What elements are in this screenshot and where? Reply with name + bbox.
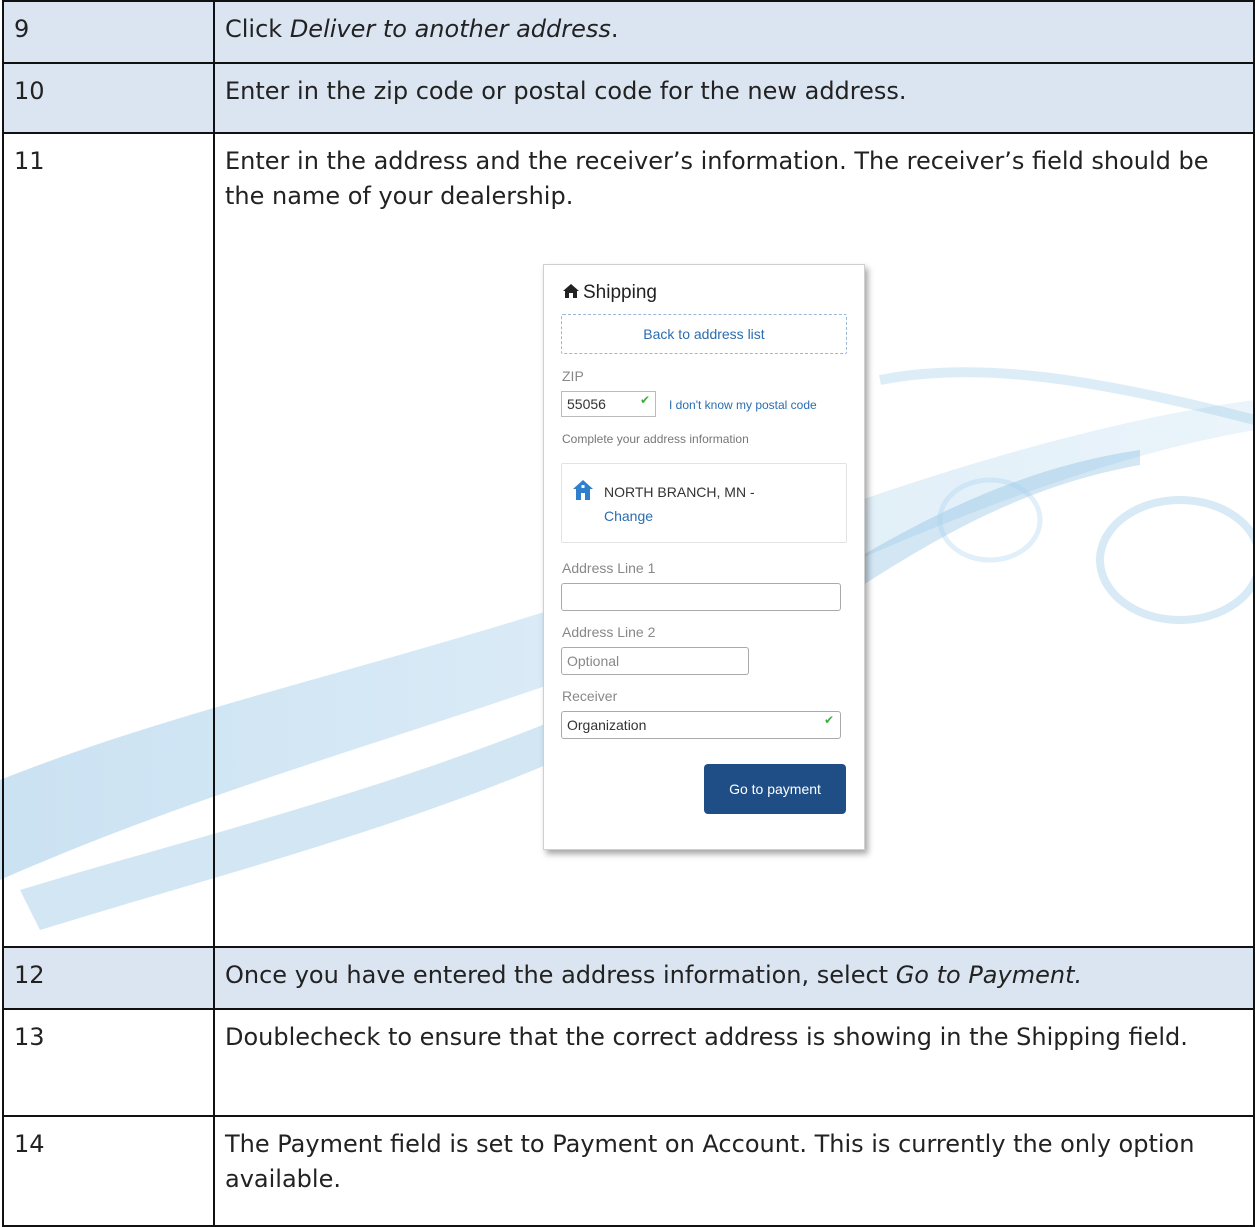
step-number: 9: [2, 0, 215, 64]
step-text: The Payment field is set to Payment on A…: [213, 1115, 1255, 1227]
zip-label: ZIP: [562, 368, 584, 384]
city-state-line: NORTH BRANCH, MN -: [604, 484, 755, 500]
step-number: 14: [2, 1115, 215, 1227]
shipping-title: Shipping: [562, 282, 657, 304]
address-summary-box: [561, 463, 847, 543]
receiver-input[interactable]: Organization: [561, 711, 841, 739]
step-row-13: 13 Doublecheck to ensure that the correc…: [2, 1008, 1255, 1117]
address-line-2-input[interactable]: Optional: [561, 647, 749, 675]
step-number: 13: [2, 1008, 215, 1117]
check-icon: ✔: [640, 393, 651, 407]
step-number: 11: [2, 132, 215, 948]
home-icon: [563, 284, 579, 298]
step-text: Doublecheck to ensure that the correct a…: [213, 1008, 1255, 1117]
step-row-12: 12 Once you have entered the address inf…: [2, 946, 1255, 1010]
step-row-9: 9 Click Deliver to another address.: [2, 0, 1255, 64]
step-row-10: 10 Enter in the zip code or postal code …: [2, 62, 1255, 134]
address-line-2-label: Address Line 2: [562, 624, 656, 640]
go-to-payment-button[interactable]: Go to payment: [704, 764, 846, 814]
address-hint: Complete your address information: [562, 432, 749, 446]
address-line-1-input[interactable]: [561, 583, 841, 611]
unknown-postal-code-link[interactable]: I don't know my postal code: [669, 398, 817, 412]
address-line-1-label: Address Line 1: [562, 560, 656, 576]
step-text: Click Deliver to another address.: [213, 0, 1255, 64]
step-row-14: 14 The Payment field is set to Payment o…: [2, 1115, 1255, 1227]
change-link[interactable]: Change: [604, 508, 653, 524]
step-number: 12: [2, 946, 215, 1010]
check-icon: ✔: [824, 713, 835, 727]
house-icon: [573, 480, 593, 500]
step-text: Once you have entered the address inform…: [213, 946, 1255, 1010]
step-text: Enter in the zip code or postal code for…: [213, 62, 1255, 134]
step-number: 10: [2, 62, 215, 134]
back-to-address-list-link[interactable]: Back to address list: [561, 314, 847, 354]
receiver-label: Receiver: [562, 688, 618, 704]
shipping-panel-screenshot: Shipping Back to address list ZIP 55056 …: [543, 264, 865, 850]
